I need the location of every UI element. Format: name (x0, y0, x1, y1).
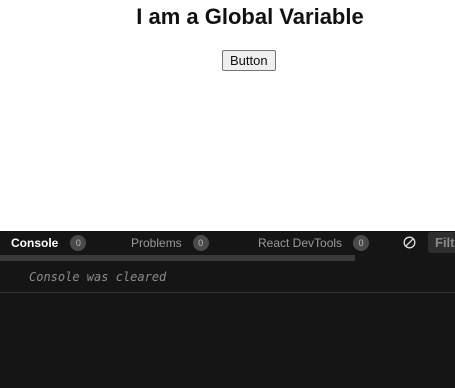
tab-react-devtools-count-badge: 0 (353, 234, 370, 251)
clear-console-icon[interactable] (403, 236, 416, 249)
preview-pane: I am a Global Variable Button (0, 0, 455, 231)
tab-console-count-badge: 0 (70, 234, 87, 251)
page-heading: I am a Global Variable (136, 4, 364, 29)
devtools-panel: Console 0 Problems 0 React DevTools 0 Fi… (0, 231, 455, 388)
tab-problems-count-badge: 0 (192, 234, 209, 251)
devtools-tab-bar: Console 0 Problems 0 React DevTools 0 Fi… (0, 231, 455, 254)
console-message-text: Console was cleared (29, 270, 167, 284)
tab-problems[interactable]: Problems 0 (131, 231, 209, 254)
tab-react-devtools[interactable]: React DevTools 0 (258, 231, 370, 254)
console-message: Console was cleared (0, 261, 455, 293)
tab-console-label: Console (11, 235, 59, 250)
tab-problems-label: Problems (131, 235, 182, 250)
tab-react-devtools-label: React DevTools (258, 235, 343, 250)
page: I am a Global Variable Button Console 0 … (0, 0, 455, 388)
button[interactable]: Button (222, 50, 276, 71)
filter-input[interactable]: Filter (428, 232, 455, 253)
console-log-area: Console was cleared (0, 261, 455, 388)
tab-console[interactable]: Console 0 (11, 231, 87, 254)
